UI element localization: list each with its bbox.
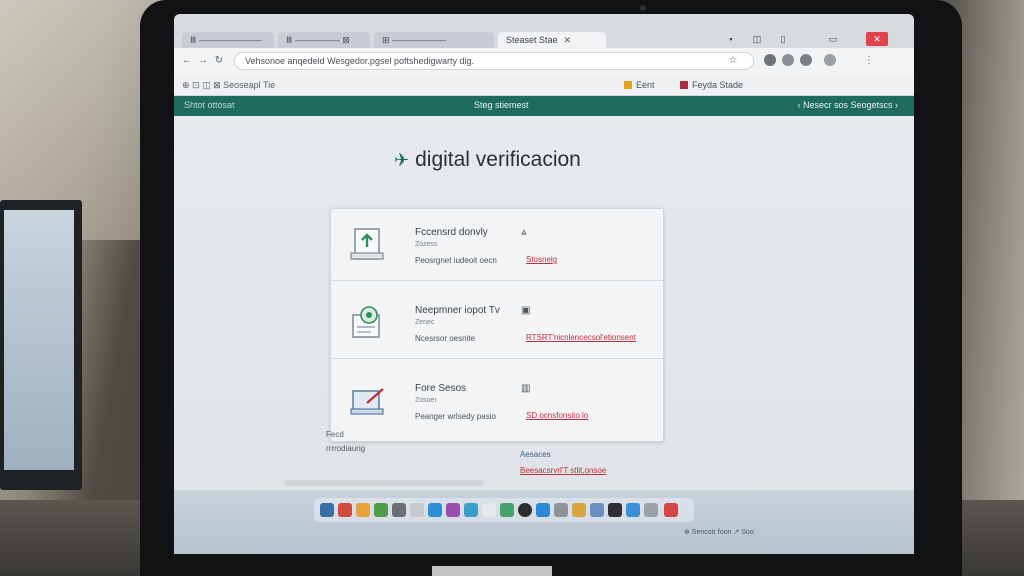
menu-icon[interactable]: ⋮	[862, 54, 876, 68]
app-icon[interactable]	[518, 503, 532, 517]
app-icon[interactable]	[428, 503, 442, 517]
app-icon[interactable]	[626, 503, 640, 517]
app-icon[interactable]	[590, 503, 604, 517]
document-upload-icon	[350, 228, 384, 260]
bookmark-folder-icon	[624, 81, 632, 89]
dock	[314, 498, 694, 522]
actions-label: Aesaces	[520, 450, 551, 459]
row-title: Fore Sesos	[415, 383, 467, 394]
bookmark-folder-icon	[680, 81, 688, 89]
bookmark-item[interactable]: Eent	[624, 78, 655, 92]
aside-label: Fecd	[326, 430, 344, 439]
address-bar-row: ← → ↻ Vehsonoe anqedeld Wesgedor.pgsel p…	[174, 48, 914, 74]
tab-3-label: ⊞ ——————	[382, 35, 447, 45]
row-subtitle: Zosoer	[415, 397, 437, 404]
window-maximize-icon[interactable]: ▭	[824, 32, 842, 46]
profile-icon[interactable]	[824, 54, 836, 66]
page-title: ✈ digital verificacion	[394, 148, 581, 172]
tab-1[interactable]: Ⅲ ———————	[182, 32, 274, 48]
window-close-icon[interactable]: ✕	[866, 32, 888, 46]
app-icon[interactable]	[338, 503, 352, 517]
actions-link[interactable]: Beesacsrvrl'T stlit,onsoe	[520, 466, 606, 475]
reload-icon[interactable]: ↻	[212, 54, 226, 68]
horizontal-scrollbar[interactable]	[284, 480, 484, 486]
header-title: Steg stiemest	[474, 100, 529, 110]
tab-bar: Ⅲ ——————— Ⅲ ————— ⊠ ⊞ —————— Steaset Sta…	[174, 14, 914, 48]
row-status-icon: ⩓	[521, 227, 527, 238]
app-icon[interactable]	[500, 503, 514, 517]
bookmark-label: Feyda Stade	[692, 80, 744, 90]
row-meta: Peosrgnet iudeoit oecn	[415, 256, 497, 265]
bookmarks-bar: ⊕ ⊡ ◫ ⊠ Seoseapl Tie Eent Feyda Stade	[174, 74, 914, 96]
row-status-icon: ▥	[521, 383, 531, 394]
app-header: Shtot ottosat Steg stiemest ‹ Nesecr sos…	[174, 96, 914, 116]
app-icon[interactable]	[464, 503, 478, 517]
forward-icon[interactable]: →	[196, 54, 210, 68]
page-body: ✈ digital verificacion Fccensrd donvly Zo…	[174, 116, 914, 490]
airplane-logo-icon: ✈	[394, 150, 410, 170]
app-icon[interactable]	[664, 503, 678, 517]
row-subtitle: Zenec	[415, 319, 435, 326]
app-icon[interactable]	[446, 503, 460, 517]
monitor-stand	[432, 566, 552, 576]
bookmark-item[interactable]: Feyda Stade	[680, 78, 743, 92]
app-icon[interactable]	[536, 503, 550, 517]
row-link[interactable]: SD ocnsfonsito lo	[526, 411, 588, 420]
bookmarks-left-group[interactable]: ⊕ ⊡ ◫ ⊠ Seoseapl Tie	[182, 78, 275, 92]
tab-close-icon[interactable]: ✕	[564, 35, 572, 45]
row-status-icon: ▣	[521, 305, 531, 316]
screen: Ⅲ ——————— Ⅲ ————— ⊠ ⊞ —————— Steaset Sta…	[174, 14, 914, 554]
back-icon[interactable]: ←	[180, 54, 194, 68]
app-icon[interactable]	[410, 503, 424, 517]
app-icon[interactable]	[572, 503, 586, 517]
webcam	[640, 5, 646, 11]
document-sign-icon	[350, 388, 384, 415]
system-tray[interactable]: ⊕ Sencotr foon ↗ Soo	[684, 528, 754, 536]
window-pin-icon[interactable]: ▯	[774, 32, 792, 46]
tab-2-label: Ⅲ ————— ⊠	[286, 35, 350, 45]
bookmark-star-icon[interactable]: ☆	[726, 54, 740, 68]
row-meta: Peanger wrlsedy pasio	[415, 412, 496, 421]
tab-2[interactable]: Ⅲ ————— ⊠	[278, 32, 370, 48]
taskbar: ⊕ Sencotr foon ↗ Soo	[174, 490, 914, 554]
background-monitor-screen	[4, 210, 74, 470]
extension-icon[interactable]	[764, 54, 776, 66]
tab-3[interactable]: ⊞ ——————	[374, 32, 494, 48]
tab-1-label: Ⅲ ———————	[190, 35, 262, 45]
app-icon[interactable]	[320, 503, 334, 517]
extension-icon[interactable]	[800, 54, 812, 66]
bookmark-label: Eent	[636, 80, 655, 90]
row-meta: Ncesrsor oesnite	[415, 334, 476, 343]
row-link[interactable]: Stosneig	[526, 255, 557, 264]
list-item[interactable]: Neepmner iopot Tv Zenec Ncesrsor oesnite…	[331, 287, 663, 359]
app-icon[interactable]	[608, 503, 622, 517]
tab-4-label: Steaset Stae	[506, 35, 558, 45]
header-nav[interactable]: ‹ Nesecr sos Seogetscs ›	[797, 100, 898, 110]
brand-text: digital verificacion	[415, 148, 581, 171]
app-icon[interactable]	[392, 503, 406, 517]
address-text: Vehsonoe anqedeld Wesgedor.pgsel poftshe…	[245, 56, 474, 66]
row-title: Fccensrd donvly	[415, 227, 488, 238]
app-icon[interactable]	[482, 503, 496, 517]
app-icon[interactable]	[356, 503, 370, 517]
app-icon[interactable]	[554, 503, 568, 517]
row-link[interactable]: RTSRT'nicnlencecsol'etionsent	[526, 333, 636, 342]
app-icon[interactable]	[644, 503, 658, 517]
app-icon[interactable]	[374, 503, 388, 517]
row-title: Neepmner iopot Tv	[415, 305, 500, 316]
bookmarks-left-text: ⊕ ⊡ ◫ ⊠ Seoseapl Tie	[182, 80, 276, 90]
list-item[interactable]: Fccensrd donvly Zozess Peosrgnet iudeoit…	[331, 209, 663, 281]
header-left-link[interactable]: Shtot ottosat	[184, 100, 235, 110]
aside-status: rrrrodiaung	[326, 444, 366, 453]
verification-card: Fccensrd donvly Zozess Peosrgnet iudeoit…	[330, 208, 664, 442]
extension-icon[interactable]	[782, 54, 794, 66]
document-badge-icon	[352, 306, 380, 338]
tab-4-active[interactable]: Steaset Stae ✕	[498, 32, 606, 48]
list-item[interactable]: Fore Sesos Zosoer Peanger wrlsedy pasio …	[331, 365, 663, 437]
row-subtitle: Zozess	[415, 241, 438, 248]
window-restore-icon[interactable]: ◫	[748, 32, 766, 46]
window-minimize-icon[interactable]: ▪	[722, 32, 740, 46]
address-input[interactable]: Vehsonoe anqedeld Wesgedor.pgsel poftshe…	[234, 52, 754, 70]
